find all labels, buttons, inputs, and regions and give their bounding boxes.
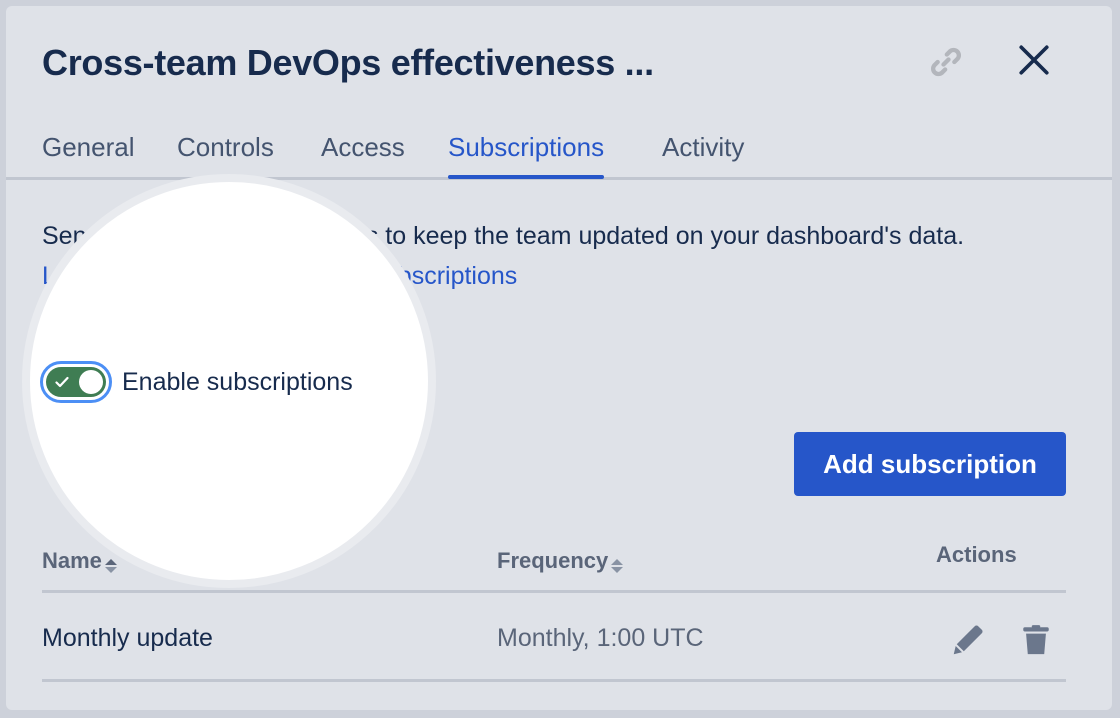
settings-tabs: General Controls Access Subscriptions Ac…: [6, 128, 1112, 180]
toggle-knob: [79, 370, 103, 394]
modal-title: Cross-team DevOps effectiveness ...: [42, 42, 654, 83]
column-header-actions: Actions: [936, 542, 1017, 568]
close-button[interactable]: [1012, 38, 1056, 82]
delete-icon: [1023, 625, 1049, 655]
dashboard-settings-modal: Cross-team DevOps effectiveness ... Gene…: [6, 6, 1112, 710]
link-icon: [931, 47, 961, 77]
tab-subscriptions[interactable]: Subscriptions: [448, 132, 605, 179]
copy-link-button[interactable]: [924, 40, 968, 84]
enable-subscriptions-toggle[interactable]: [40, 361, 112, 403]
header-divider: [42, 590, 1066, 593]
column-header-name[interactable]: Name: [42, 548, 117, 574]
edit-icon: [953, 625, 983, 655]
tab-access[interactable]: Access: [321, 132, 405, 175]
column-header-actions-label: Actions: [936, 542, 1017, 567]
sort-icon[interactable]: [104, 559, 117, 573]
check-icon: [55, 376, 69, 388]
subscription-frequency: Monthly, 1:00 UTC: [497, 624, 704, 652]
row-divider: [42, 679, 1066, 682]
tab-general[interactable]: General: [42, 132, 135, 175]
add-subscription-button[interactable]: Add subscription: [794, 432, 1066, 496]
subscription-name: Monthly update: [42, 624, 213, 652]
column-header-name-label: Name: [42, 548, 102, 573]
sort-icon[interactable]: [611, 559, 624, 573]
tab-activity[interactable]: Activity: [662, 132, 744, 175]
close-icon: [1019, 45, 1049, 75]
tab-controls[interactable]: Controls: [177, 132, 274, 175]
toggle-label: Enable subscriptions: [122, 367, 353, 396]
column-header-frequency[interactable]: Frequency: [497, 548, 624, 574]
toggle-track: [46, 367, 106, 397]
column-header-frequency-label: Frequency: [497, 548, 609, 573]
enable-subscriptions-row: Enable subscriptions: [40, 361, 353, 403]
delete-button[interactable]: [1016, 620, 1056, 660]
edit-button[interactable]: [948, 620, 988, 660]
